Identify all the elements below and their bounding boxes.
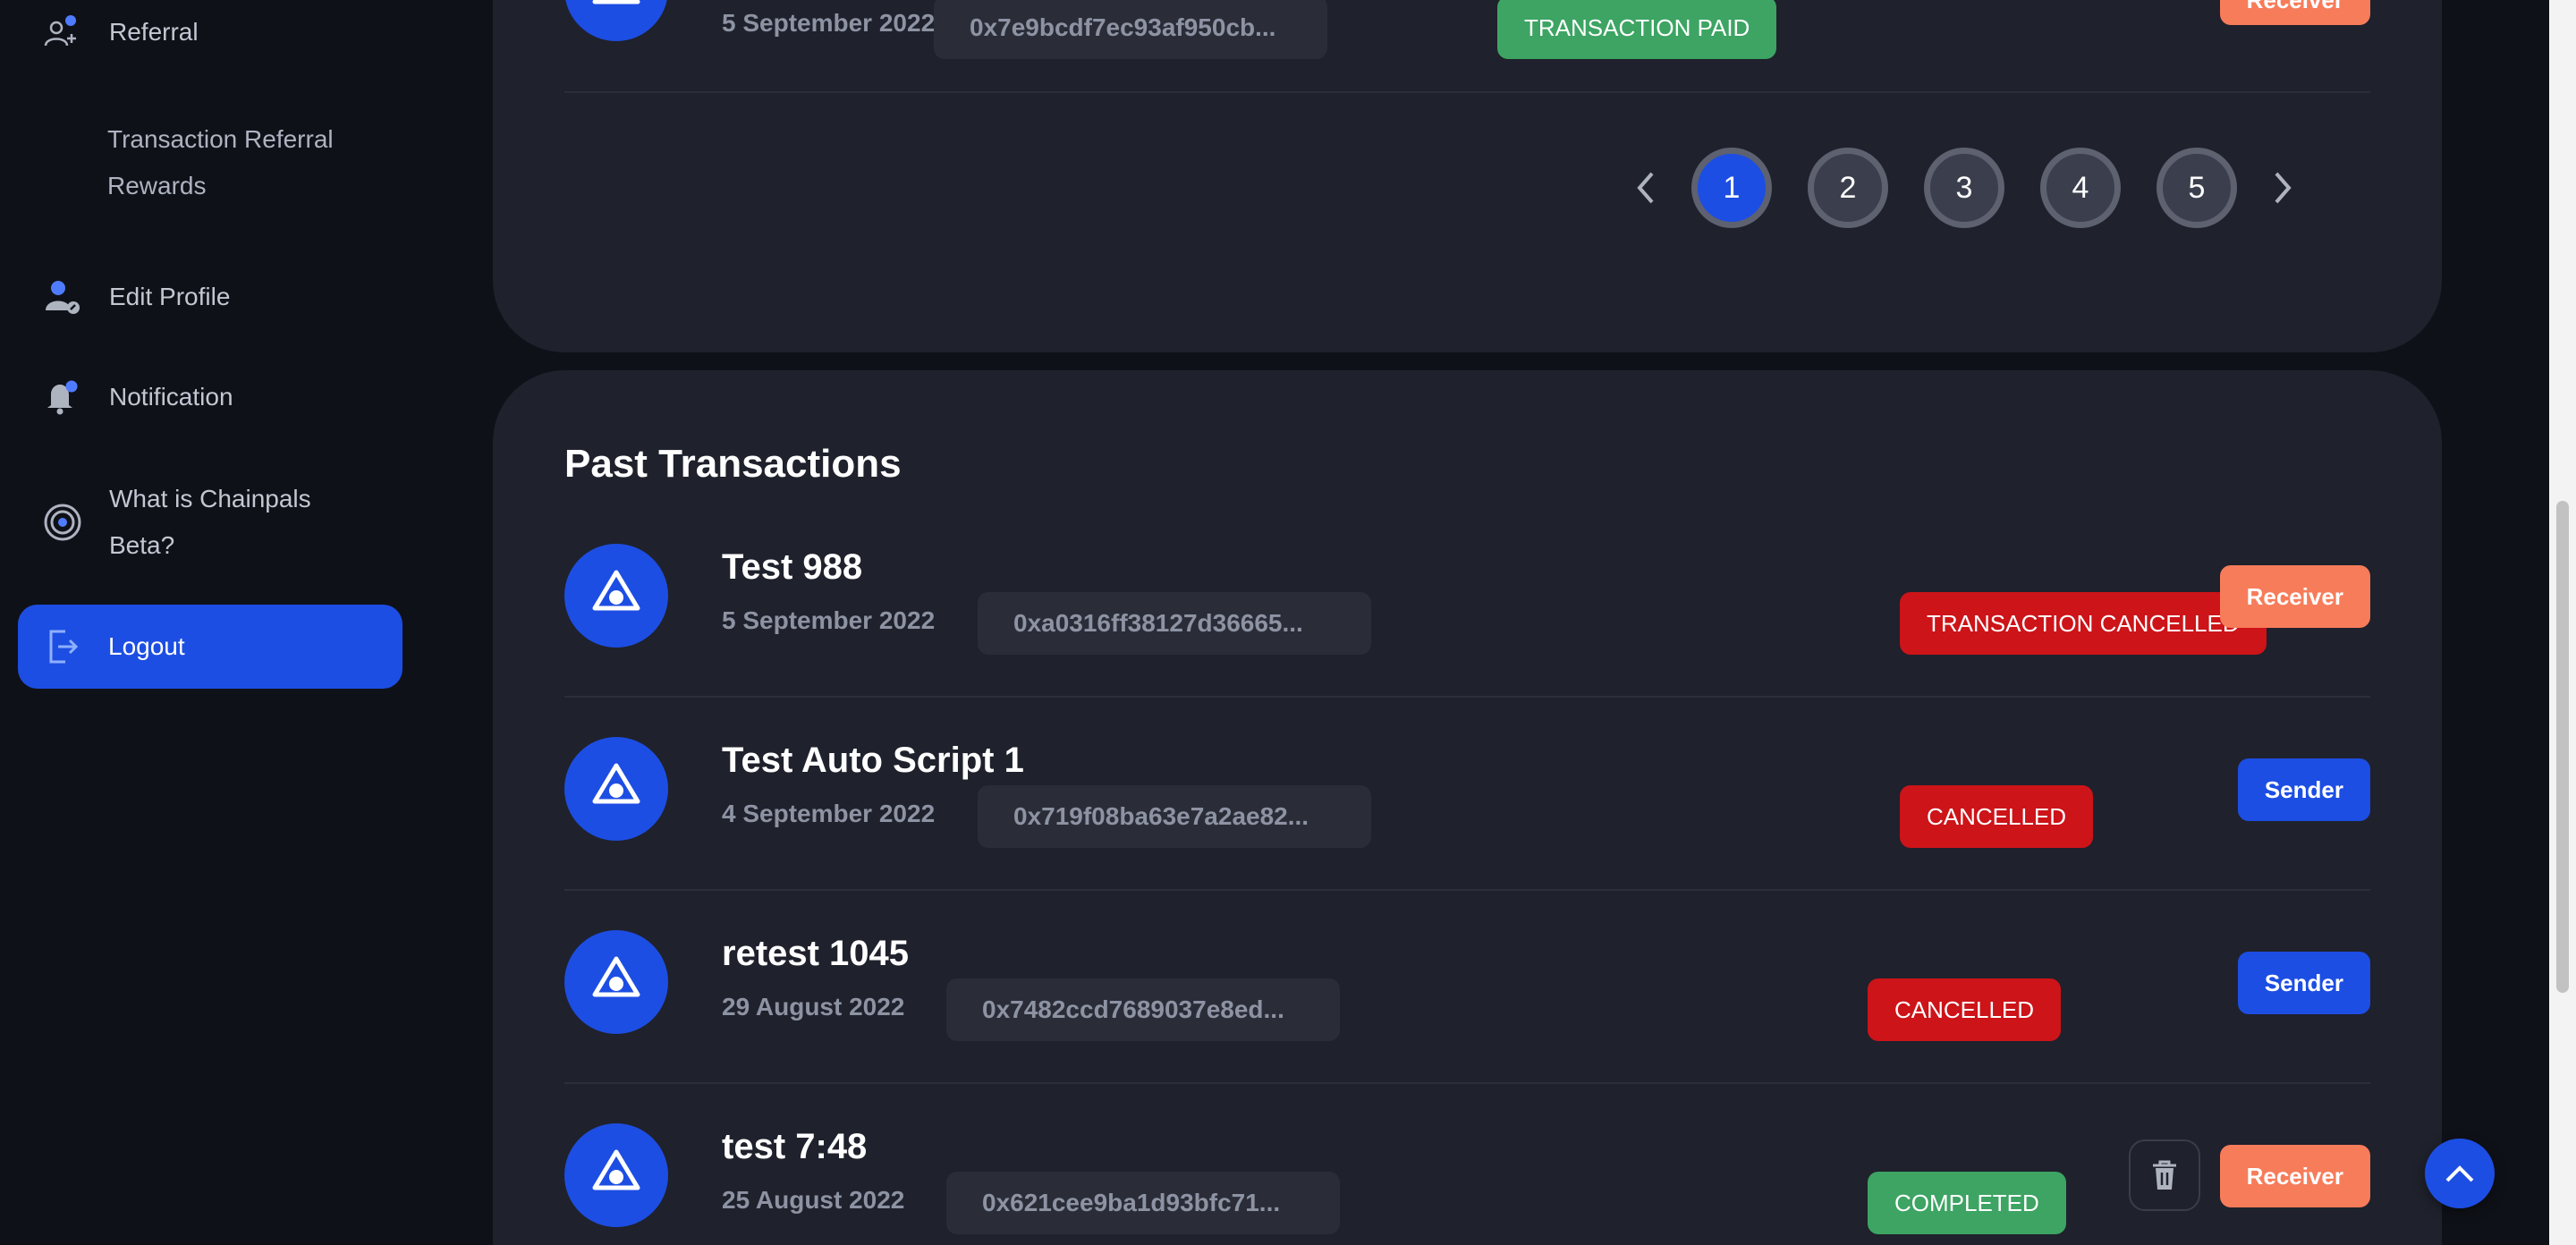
status-badge: CANCELLED [1868, 978, 2062, 1041]
sidebar-item-label: What is Chainpals Beta? [109, 485, 311, 559]
chainpals-logo-icon [39, 499, 86, 546]
bell-icon [39, 374, 86, 420]
sidebar-item-label: Referral [109, 18, 199, 46]
referral-icon [39, 9, 86, 55]
transaction-hash[interactable]: 0x719f08ba63e7a2ae82... [978, 785, 1371, 848]
transaction-hash[interactable]: 0x7482ccd7689037e8ed... [946, 978, 1340, 1041]
transaction-date: 25 August 2022 [722, 1186, 905, 1214]
chevron-left-icon[interactable] [1620, 161, 1674, 215]
trash-icon [2153, 1160, 2176, 1190]
status-badge: CANCELLED [1900, 785, 2094, 848]
list-item[interactable]: 5 September 2022 0x7e9bcdf7ec93af950cb..… [564, 0, 2370, 93]
sidebar: Referral Transaction Referral Rewards Ed… [0, 0, 492, 1245]
role-receiver-button[interactable]: Receiver [2219, 0, 2370, 25]
transaction-date: 29 August 2022 [722, 993, 905, 1021]
logout-button[interactable]: Logout [18, 605, 402, 689]
chainpals-token-icon [564, 544, 668, 648]
page-scrollbar[interactable] [2549, 0, 2576, 1245]
sidebar-item-edit-profile[interactable]: Edit Profile [0, 274, 402, 320]
chevron-up-icon [2445, 1165, 2474, 1182]
list-item[interactable]: retest 1045 29 August 2022 0x7482ccd7689… [564, 891, 2370, 1084]
list-item[interactable]: test 7:48 25 August 2022 0x621cee9ba1d93… [564, 1084, 2370, 1245]
list-item[interactable]: Test Auto Script 1 4 September 2022 0x71… [564, 698, 2370, 891]
past-transactions-panel: Past Transactions Test 988 5 September 2… [493, 370, 2442, 1245]
transaction-hash[interactable]: 0xa0316ff38127d36665... [978, 592, 1371, 655]
sidebar-item-referral[interactable]: Referral [0, 9, 402, 55]
page-1-button[interactable]: 1 [1691, 148, 1772, 228]
section-title: Past Transactions [564, 442, 902, 486]
chainpals-token-icon [564, 1123, 668, 1227]
transaction-date: 5 September 2022 [722, 606, 936, 634]
scroll-to-top-button[interactable] [2425, 1139, 2495, 1208]
role-receiver-button[interactable]: Receiver [2219, 565, 2370, 628]
sidebar-item-referral-rewards[interactable]: Transaction Referral Rewards [107, 116, 402, 209]
page-4-button[interactable]: 4 [2040, 148, 2121, 228]
scrollbar-thumb[interactable] [2556, 501, 2569, 993]
transaction-date: 5 September 2022 [722, 9, 936, 37]
role-sender-button[interactable]: Sender [2237, 952, 2370, 1014]
transaction-name: retest 1045 [722, 934, 910, 973]
sidebar-item-label: Notification [109, 383, 233, 411]
status-badge: COMPLETED [1868, 1172, 2066, 1234]
transaction-name: Test 988 [722, 547, 863, 587]
transaction-name: Test Auto Script 1 [722, 741, 1024, 780]
chevron-right-icon[interactable] [2255, 161, 2309, 215]
sidebar-item-what-is-chainpals[interactable]: What is Chainpals Beta? [0, 476, 402, 569]
logout-icon [39, 623, 86, 670]
logout-label: Logout [108, 632, 185, 660]
list-item[interactable]: Test 988 5 September 2022 0xa0316ff38127… [564, 504, 2370, 698]
chainpals-token-icon [564, 737, 668, 841]
status-badge: TRANSACTION PAID [1497, 0, 1777, 59]
page-2-button[interactable]: 2 [1808, 148, 1888, 228]
delete-button[interactable] [2129, 1139, 2200, 1211]
transaction-hash[interactable]: 0x7e9bcdf7ec93af950cb... [934, 0, 1327, 59]
transaction-hash[interactable]: 0x621cee9ba1d93bfc71... [946, 1172, 1340, 1234]
chainpals-token-icon [564, 0, 668, 41]
transaction-date: 4 September 2022 [722, 800, 936, 827]
role-sender-button[interactable]: Sender [2237, 758, 2370, 821]
pagination: 1 2 3 4 5 [1620, 147, 2309, 229]
sidebar-item-notification[interactable]: Notification [0, 374, 402, 420]
transaction-name: test 7:48 [722, 1127, 868, 1166]
current-transactions-panel: 5 September 2022 0x7e9bcdf7ec93af950cb..… [493, 0, 2442, 352]
role-receiver-button[interactable]: Receiver [2219, 1145, 2370, 1207]
page-5-button[interactable]: 5 [2157, 148, 2237, 228]
page-3-button[interactable]: 3 [1924, 148, 2004, 228]
status-badge: TRANSACTION CANCELLED [1900, 592, 2267, 655]
chainpals-token-icon [564, 930, 668, 1034]
user-edit-icon [39, 274, 86, 320]
app-root: Referral Transaction Referral Rewards Ed… [0, 0, 2576, 1245]
sidebar-item-label: Edit Profile [109, 283, 231, 310]
